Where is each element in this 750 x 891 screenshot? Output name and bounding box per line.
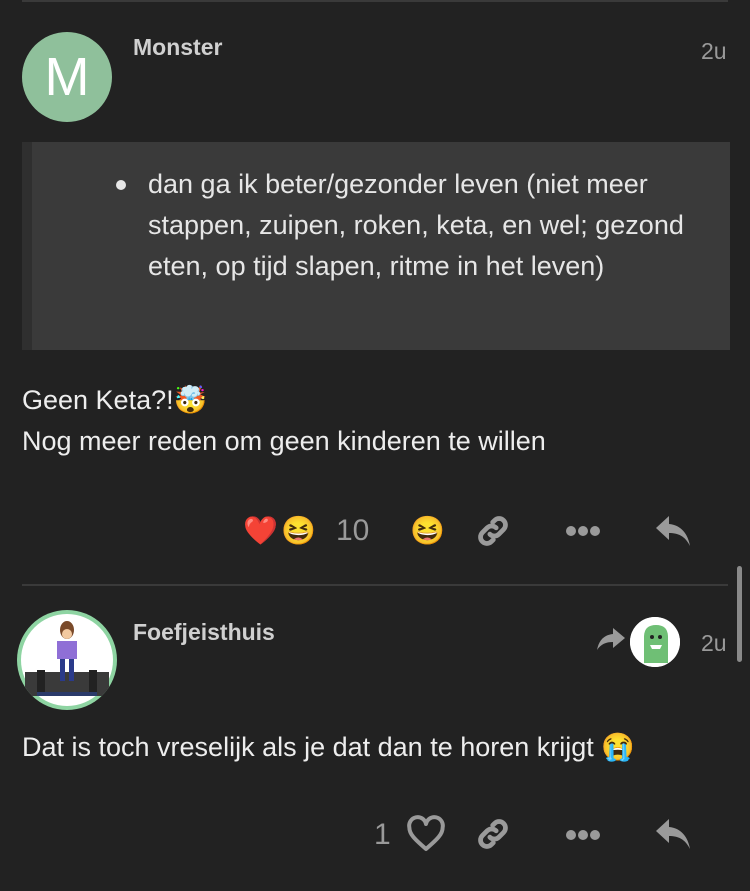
post-divider xyxy=(22,584,728,586)
heart-icon[interactable] xyxy=(406,815,446,858)
like-count[interactable]: 1 xyxy=(374,818,391,852)
quote-item: dan ga ik beter/gezonder leven (niet mee… xyxy=(148,169,684,281)
more-icon[interactable] xyxy=(566,524,600,543)
scrollbar[interactable] xyxy=(737,566,742,662)
avatar[interactable]: M xyxy=(22,32,112,122)
top-divider xyxy=(22,0,728,2)
quote-block: dan ga ik beter/gezonder leven (niet mee… xyxy=(22,142,730,350)
post-body: Geen Keta?!🤯 Nog meer reden om geen kind… xyxy=(22,380,546,462)
reply-icon[interactable] xyxy=(654,514,692,555)
post-time[interactable]: 2u xyxy=(701,630,727,657)
post-body: Dat is toch vreselijk als je dat dan te … xyxy=(22,727,635,768)
reply-arrow-icon[interactable] xyxy=(597,628,625,657)
reply-icon[interactable] xyxy=(654,817,692,858)
crying-emoji: 😭 xyxy=(601,732,635,762)
add-reaction-button[interactable]: 😆 xyxy=(410,514,445,547)
reaction-count[interactable]: 10 xyxy=(336,514,369,548)
post-time[interactable]: 2u xyxy=(701,38,727,65)
post-line: Nog meer reden om geen kinderen te wille… xyxy=(22,426,546,456)
username[interactable]: Foefjeisthuis xyxy=(133,619,275,646)
username[interactable]: Monster xyxy=(133,34,222,61)
more-icon[interactable] xyxy=(566,828,600,847)
link-icon[interactable] xyxy=(474,512,512,555)
reply-to-avatar[interactable] xyxy=(630,617,680,667)
laughing-reaction-emoji[interactable]: 😆 xyxy=(281,514,316,547)
post-line: Dat is toch vreselijk als je dat dan te … xyxy=(22,732,594,762)
post-line: Geen Keta?! xyxy=(22,385,174,415)
bullet-icon xyxy=(116,180,126,190)
link-icon[interactable] xyxy=(474,815,512,858)
exploding-head-emoji: 🤯 xyxy=(173,385,208,415)
heart-reaction-emoji[interactable]: ❤️ xyxy=(243,514,278,547)
avatar[interactable] xyxy=(17,610,117,710)
